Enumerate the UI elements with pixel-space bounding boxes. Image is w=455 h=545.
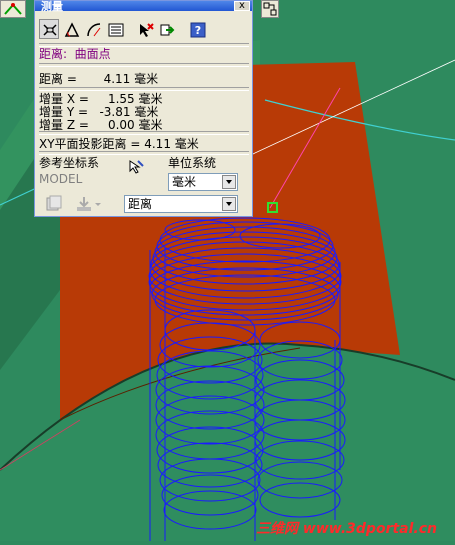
measure-type-select[interactable]: 距离: [124, 195, 238, 213]
grid-layout-icon[interactable]: [261, 0, 279, 18]
dialog-title: 测量: [41, 0, 63, 13]
measure-mode-label: 距离: 曲面点: [39, 47, 111, 61]
chevron-down-icon[interactable]: [222, 175, 236, 189]
unit-select-value: 毫米: [172, 175, 197, 189]
point-to-point-icon[interactable]: [39, 19, 59, 39]
clear-selection-icon[interactable]: [135, 19, 155, 39]
pick-coordinate-icon[interactable]: [127, 158, 145, 179]
close-button[interactable]: x: [234, 1, 250, 11]
unit-select[interactable]: 毫米: [168, 173, 238, 191]
list-icon[interactable]: [105, 19, 125, 39]
copy-icon[interactable]: [45, 195, 63, 216]
arc-radius-icon[interactable]: [83, 19, 103, 39]
ref-coord-value: MODEL: [39, 172, 83, 186]
measure-toolbar: ?: [39, 19, 249, 41]
import-icon[interactable]: [75, 195, 103, 216]
ref-coord-label: 参考坐标系: [39, 156, 100, 170]
help-label: ?: [195, 24, 201, 37]
dialog-titlebar[interactable]: 测量 x: [35, 0, 252, 13]
distance-readout: 距离 = 4.11 毫米: [39, 72, 159, 86]
export-icon[interactable]: [157, 19, 177, 39]
separator: [39, 63, 249, 67]
measure-type-value: 距离: [128, 197, 153, 211]
xy-projection-readout: XY平面投影距离 = 4.11 毫米: [39, 137, 199, 151]
triangle-angle-icon[interactable]: [61, 19, 81, 39]
help-icon[interactable]: ?: [187, 19, 207, 39]
measure-dialog: 测量 x ? 距离: 曲面点 距离 = 4.11 毫米 增量 X = 1.55 …: [34, 0, 253, 217]
chevron-down-icon[interactable]: [222, 197, 236, 211]
view-orientation-icon[interactable]: [0, 0, 26, 18]
unit-system-label: 单位系统: [168, 156, 217, 170]
watermark: 三维网 www.3dportal.cn: [256, 521, 437, 537]
